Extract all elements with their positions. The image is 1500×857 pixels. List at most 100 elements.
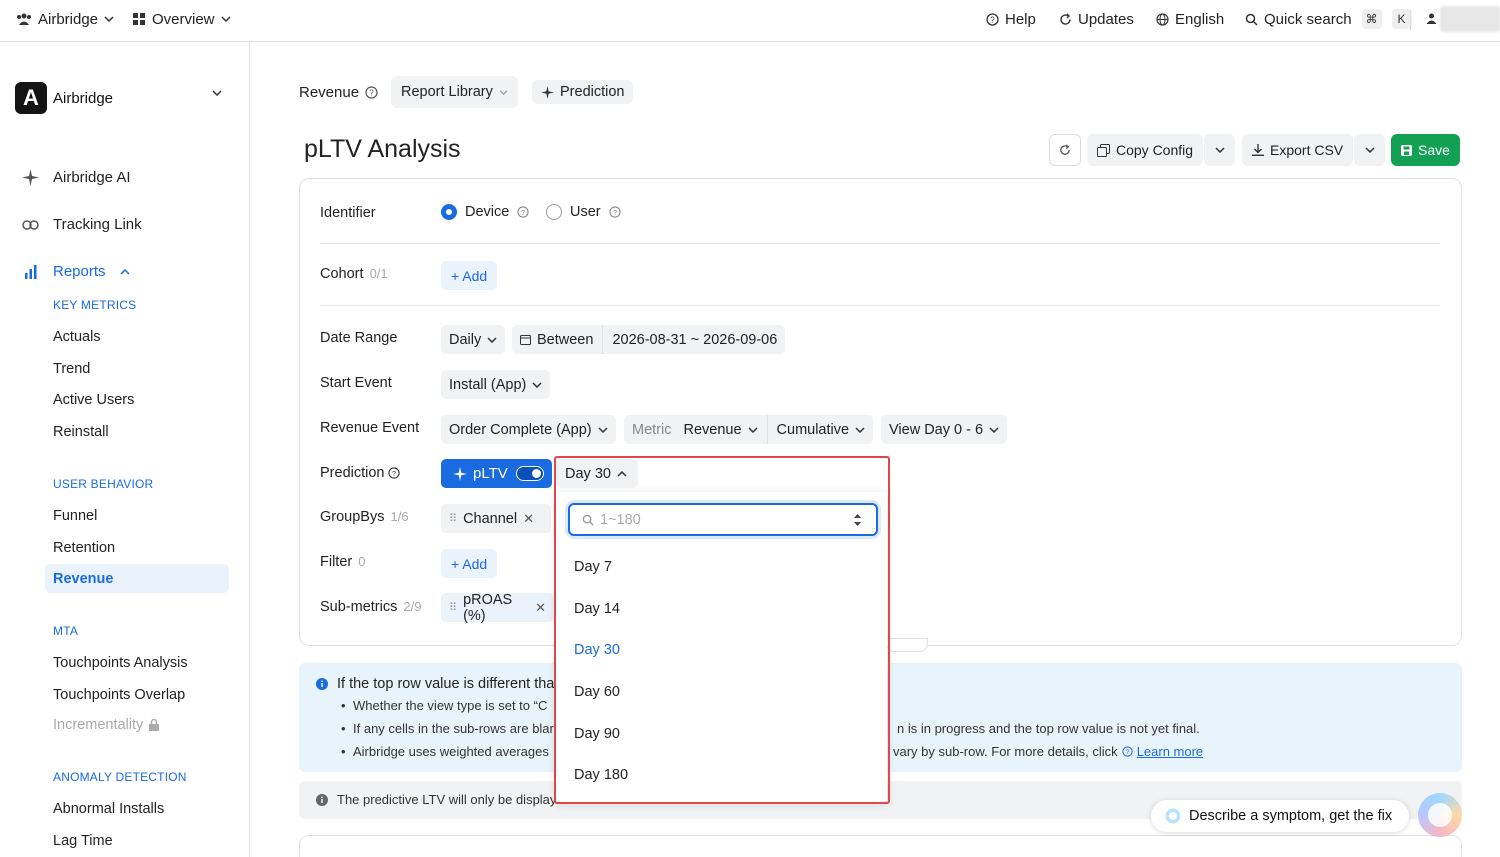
sidebar-item-reports[interactable]: Reports	[22, 263, 130, 280]
help-link[interactable]: ? Help	[986, 0, 1036, 38]
day-search-field[interactable]	[568, 503, 878, 536]
sidebar-item-airbridge-ai[interactable]: Airbridge AI	[22, 169, 131, 186]
grid-icon	[133, 12, 145, 25]
info-bullet-1: Whether the view type is set to “C	[341, 698, 547, 713]
sidebar-item-lag-time[interactable]: Lag Time	[53, 833, 113, 849]
sidebar-item-abnormal-installs[interactable]: Abnormal Installs	[53, 801, 164, 817]
prediction-day-value: Day 30	[565, 465, 611, 482]
day-option[interactable]: Day 14	[574, 601, 620, 617]
drag-handle-icon[interactable]: ⠿	[449, 601, 457, 614]
groupbys-count: 1/6	[390, 509, 409, 524]
info-bullet-2-tail: n is in progress and the top row value i…	[897, 721, 1200, 736]
learn-more-link[interactable]: Learn more	[1137, 744, 1203, 759]
stepper-icon[interactable]	[853, 513, 862, 527]
groupby-chip-channel[interactable]: ⠿ Channel ✕	[441, 504, 551, 533]
close-icon[interactable]: ✕	[535, 600, 546, 616]
refresh-button[interactable]	[1049, 134, 1081, 166]
chevron-up-icon	[120, 268, 130, 275]
svg-text:?: ?	[1125, 749, 1129, 756]
identifier-device-radio[interactable]: Device ?	[441, 204, 529, 220]
help-icon[interactable]: ?	[608, 206, 621, 218]
help-icon[interactable]: ?	[517, 206, 529, 218]
prediction-badge[interactable]: Prediction	[532, 76, 634, 108]
language-switcher[interactable]: English	[1156, 0, 1224, 38]
sidebar-item-touchpoints-overlap[interactable]: Touchpoints Overlap	[53, 687, 185, 703]
submetric-chip-proas[interactable]: ⠿ pROAS (%) ✕	[441, 592, 554, 624]
add-filter-button[interactable]: + Add	[441, 549, 498, 578]
submetrics-label: Sub-metrics 2/9	[320, 599, 422, 615]
updates-link[interactable]: Updates	[1059, 0, 1134, 38]
collapse-panel-tab[interactable]	[886, 638, 928, 652]
chevron-down-icon	[220, 16, 231, 22]
sidebar-item-retention[interactable]: Retention	[53, 540, 115, 556]
view-name: Overview	[152, 10, 215, 28]
day-option[interactable]: Day 30	[574, 642, 620, 658]
user-icon[interactable]	[1426, 13, 1437, 24]
day-option[interactable]: Day 180	[574, 767, 628, 783]
cohort-count: 0/1	[369, 266, 388, 281]
view-switcher[interactable]: Overview	[133, 0, 231, 38]
drag-handle-icon[interactable]: ⠿	[449, 512, 457, 525]
export-csv-button[interactable]: Export CSV	[1242, 134, 1354, 166]
sidebar-item-trend[interactable]: Trend	[53, 361, 90, 377]
divider	[1410, 10, 1411, 30]
org-switcher[interactable]: Airbridge	[16, 0, 114, 38]
toggle-switch[interactable]	[516, 466, 544, 481]
sidebar-item-funnel[interactable]: Funnel	[53, 508, 97, 524]
sidebar-item-revenue[interactable]: Revenue	[53, 571, 113, 587]
revenue-event-dropdown[interactable]: Order Complete (App)	[441, 415, 616, 444]
export-csv-menu-button[interactable]	[1354, 134, 1385, 166]
help-icon[interactable]: ?	[365, 85, 378, 99]
assistant-orb-icon[interactable]	[1418, 793, 1462, 837]
radio-label: Device	[465, 204, 510, 220]
sidebar-item-touchpoints-analysis[interactable]: Touchpoints Analysis	[53, 655, 188, 671]
copy-config-menu-button[interactable]	[1204, 134, 1235, 166]
date-range-picker[interactable]: Between 2026-08-31 ~ 2026-09-06	[512, 325, 786, 354]
copy-config-button[interactable]: Copy Config	[1087, 134, 1204, 166]
kbd-k: K	[1391, 9, 1412, 29]
day-option[interactable]: Day 90	[574, 726, 620, 742]
copy-icon	[1097, 143, 1110, 157]
revenue-event-label: Revenue Event	[320, 420, 420, 436]
identifier-user-radio[interactable]: User ?	[546, 204, 621, 220]
metric-dropdown[interactable]: Metric Revenue Cumulative	[624, 415, 874, 444]
pltv-toggle[interactable]: pLTV	[441, 459, 552, 488]
identifier-label: Identifier	[320, 205, 376, 221]
info-bullet-3-tail: vary by sub-row. For more details, click…	[893, 744, 1204, 759]
sidebar-item-actuals[interactable]: Actuals	[53, 329, 101, 345]
add-cohort-button[interactable]: + Add	[441, 261, 498, 290]
view-day-dropdown[interactable]: View Day 0 - 6	[881, 415, 1008, 444]
close-icon[interactable]: ✕	[523, 511, 534, 527]
day-search-input[interactable]	[600, 511, 840, 528]
user-name-redacted[interactable]	[1440, 6, 1500, 32]
granularity-dropdown[interactable]: Daily	[441, 325, 506, 354]
save-button[interactable]: Save	[1391, 134, 1460, 166]
chevron-down-icon	[598, 426, 608, 433]
sidebar-item-tracking-link[interactable]: Tracking Link	[22, 216, 142, 233]
prediction-label: Prediction ?	[320, 465, 401, 481]
date-range-value: 2026-08-31 ~ 2026-09-06	[612, 331, 778, 348]
day-option[interactable]: Day 7	[574, 559, 612, 575]
help-icon[interactable]: ?	[388, 467, 401, 479]
revenue-event-value: Order Complete (App)	[449, 421, 592, 438]
top-bar: Airbridge Overview ? Help Updates Englis…	[0, 0, 1500, 42]
calendar-icon	[520, 335, 531, 345]
sidebar-item-active-users[interactable]: Active Users	[53, 392, 134, 408]
sidebar-item-incrementality: Incrementality	[53, 717, 160, 733]
describe-symptom-button[interactable]: Describe a symptom, get the fix	[1151, 800, 1409, 832]
day-option[interactable]: Day 60	[574, 684, 620, 700]
svg-text:?: ?	[392, 469, 396, 478]
chevron-down-icon	[1214, 147, 1225, 153]
sidebar-item-reinstall[interactable]: Reinstall	[53, 424, 109, 440]
report-library-dropdown[interactable]: Report Library	[391, 76, 518, 108]
sparkle-icon	[22, 169, 39, 186]
start-event-dropdown[interactable]: Install (App)	[441, 370, 551, 399]
view-day-value: View Day 0 - 6	[889, 421, 984, 438]
help-icon: ?	[1122, 746, 1133, 757]
quick-search[interactable]: Quick search ⌘ K	[1245, 0, 1412, 38]
divider	[320, 305, 1440, 306]
workspace-switcher[interactable]: A Airbridge	[15, 81, 230, 115]
sidebar-item-label: Incrementality	[53, 717, 144, 733]
prediction-day-dropdown[interactable]: Day 30	[556, 459, 638, 488]
refresh-icon	[1060, 13, 1071, 25]
